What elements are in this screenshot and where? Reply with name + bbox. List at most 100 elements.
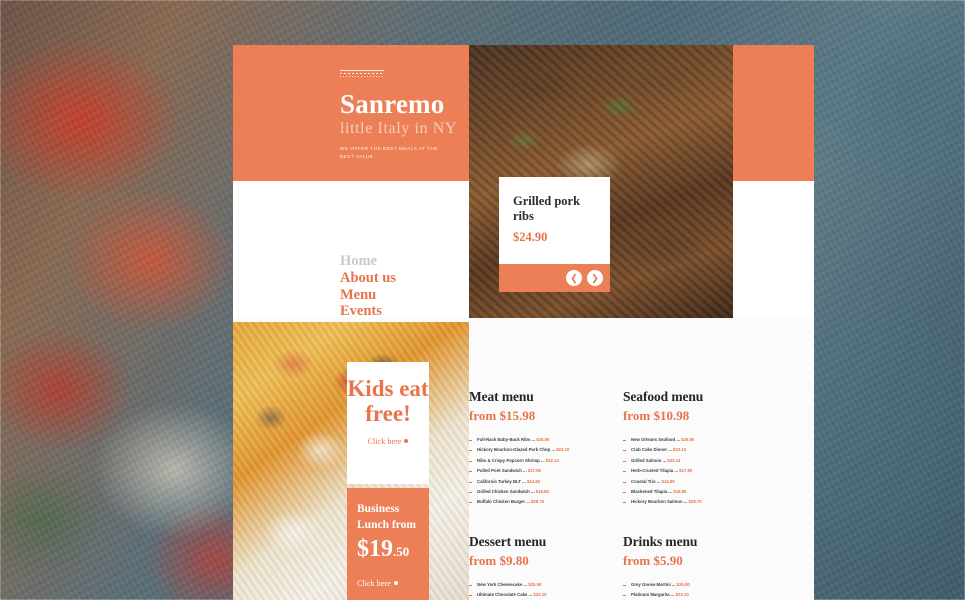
top-band: Sanremo little Italy in NY WE OFFER THE … bbox=[233, 45, 814, 318]
menu-item[interactable]: Coastal Trio ... $14.90 bbox=[623, 477, 773, 487]
menu-item-name: Full-Rack Baby-Back Ribs ... bbox=[477, 437, 537, 442]
menu-item-name: California Turkey BLT ... bbox=[477, 478, 527, 484]
ornament-icon bbox=[340, 70, 384, 78]
promo-lunch-price-main: $19 bbox=[357, 536, 393, 562]
menu-heading: Seafood menu bbox=[623, 389, 704, 404]
menu-item-name: Hickory Bourbon Salmon ... bbox=[631, 499, 689, 505]
menu-item-list: New York Cheesecake ... $25.90 Ultimate C… bbox=[469, 580, 619, 600]
brand-subtitle: WE OFFER THE BEST MEALS AT THE BEST VALU… bbox=[340, 146, 439, 160]
promo-lunch-price: $19.50 bbox=[347, 536, 429, 563]
main-navigation: Home About us Menu Events Contacts bbox=[233, 181, 469, 336]
menu-item[interactable]: New York Cheesecake ... $25.90 bbox=[469, 580, 619, 590]
menu-item-name: New York Cheesecake ... bbox=[477, 582, 529, 587]
menu-item-price: $23.10 bbox=[556, 447, 570, 453]
right-accent-orange bbox=[733, 45, 814, 181]
promo-kids-title: Kids eat free! bbox=[347, 376, 429, 426]
menu-item-price: $23.10 bbox=[675, 592, 689, 598]
menu-item[interactable]: New Orleans Seafood ... $25.90 bbox=[623, 435, 773, 445]
hero-product-card: Grilled pork ribs $24.90 ❮ ❯ bbox=[499, 177, 610, 292]
menu-item-price: $28.70 bbox=[530, 499, 545, 505]
menu-heading: Meat menu bbox=[469, 389, 534, 404]
menu-item-price: $14.90 bbox=[526, 478, 541, 484]
menu-item-price: $25.90 bbox=[681, 437, 695, 442]
menu-item-name: Pulled Pork Sandwich ... bbox=[477, 468, 528, 474]
menu-item[interactable]: Ultimate Chocolate Cake ... $23.10 bbox=[469, 590, 619, 600]
menu-item-price: $25.90 bbox=[676, 582, 690, 587]
hero-dish-name: Grilled pork ribs bbox=[513, 194, 581, 223]
menu-item-name: Buffalo Chicken Burger ... bbox=[477, 499, 531, 505]
menu-item-name: Platinum Margarita ... bbox=[631, 592, 676, 598]
menu-item[interactable]: California Turkey BLT ... $14.90 bbox=[469, 477, 619, 487]
menu-item[interactable]: Crab Cake Dinner ... $23.10 bbox=[623, 445, 773, 455]
brand-name: Sanremo bbox=[340, 89, 445, 119]
menu-item[interactable]: Hickory Bourbon Salmon ... $28.70 bbox=[623, 497, 773, 507]
menu-item[interactable]: Platinum Margarita ... $23.10 bbox=[623, 590, 773, 600]
promo-lunch-link-label: Click here bbox=[357, 579, 391, 588]
menu-item-price: $18.80 bbox=[673, 489, 687, 495]
menu-column-drinks: Drinks menu from $5.90 Grey Goose Martin… bbox=[623, 534, 773, 600]
brand-block: Sanremo little Italy in NY WE OFFER THE … bbox=[233, 45, 469, 181]
menu-heading: Drinks menu bbox=[623, 534, 698, 549]
menu-from-price: from $9.80 bbox=[469, 553, 529, 568]
right-accent-white bbox=[733, 181, 814, 318]
menu-item-price: $17.80 bbox=[527, 468, 542, 474]
promo-lunch-price-cents: .50 bbox=[393, 544, 410, 559]
menu-item-name: Coastal Trio ... bbox=[631, 478, 662, 484]
menu-item[interactable]: Buffalo Chicken Burger ... $28.70 bbox=[469, 497, 619, 507]
menu-heading: Dessert menu bbox=[469, 534, 547, 549]
menu-item[interactable]: Grilled Salmon ... $32.14 bbox=[623, 456, 773, 466]
chevron-left-icon[interactable]: ❮ bbox=[566, 270, 582, 286]
menu-from-price: from $5.90 bbox=[623, 553, 683, 568]
promo-kids-link[interactable]: Click here bbox=[347, 437, 429, 446]
menu-item[interactable]: Hickory Bourbon-Glazed Pork Chop ... $23… bbox=[469, 445, 619, 455]
menu-column-dessert: Dessert menu from $9.80 New York Cheesec… bbox=[469, 534, 619, 600]
menu-item-list: Full-Rack Baby-Back Ribs ... $25.90 Hicko… bbox=[469, 435, 619, 508]
carousel-controls: ❮ ❯ bbox=[499, 264, 610, 292]
promo-card-business-lunch[interactable]: Business Lunch from $19.50 Click here bbox=[347, 488, 429, 600]
menu-item[interactable]: Blackened Tilapia ... $18.80 bbox=[623, 487, 773, 497]
menu-item-name: Grilled Chicken Sandwich ... bbox=[477, 489, 536, 495]
menu-item-price: $23.10 bbox=[673, 447, 687, 453]
menu-from-price: from $10.98 bbox=[623, 408, 690, 423]
menu-item-list: New Orleans Seafood ... $25.90 Crab Cake … bbox=[623, 435, 773, 508]
menu-item-price: $32.14 bbox=[545, 457, 559, 463]
menu-item-list: Grey Goose Martini ... $25.90 Platinum Ma… bbox=[623, 580, 773, 600]
menu-item-price: $17.80 bbox=[679, 468, 693, 474]
website-page: Sanremo little Italy in NY WE OFFER THE … bbox=[233, 45, 814, 600]
menu-item-price: $18.80 bbox=[535, 489, 549, 495]
menu-item-name: New Orleans Seafood ... bbox=[631, 437, 682, 442]
menu-item-price: $28.70 bbox=[688, 499, 702, 505]
menu-item-name: Blackened Tilapia ... bbox=[631, 489, 674, 495]
menu-item-name: Hickory Bourbon-Glazed Pork Chop ... bbox=[477, 447, 557, 453]
menu-item[interactable]: Ribs & Crispy Popcorn Shrimp ... $32.14 bbox=[469, 456, 619, 466]
nav-item-about-us[interactable]: About us bbox=[340, 270, 396, 287]
brand-tagline: little Italy in NY bbox=[340, 120, 458, 137]
promo-card-kids[interactable]: Kids eat free! Click here bbox=[347, 362, 429, 484]
menu-grid: Meat menu from $15.98 Full-Rack Baby-Bac… bbox=[469, 318, 814, 600]
menu-item[interactable]: Grilled Chicken Sandwich ... $18.80 bbox=[469, 487, 619, 497]
menu-item[interactable]: Grey Goose Martini ... $25.90 bbox=[623, 580, 773, 590]
bullet-dot-icon bbox=[404, 439, 409, 443]
menu-item[interactable]: Herb-Crusted Tilapia ... $17.80 bbox=[623, 466, 773, 476]
menu-item-name: Crab Cake Dinner ... bbox=[631, 447, 674, 453]
menu-item-price: $25.90 bbox=[536, 437, 550, 442]
nav-item-menu[interactable]: Menu bbox=[340, 287, 396, 304]
menu-item[interactable]: Full-Rack Baby-Back Ribs ... $25.90 bbox=[469, 435, 619, 445]
menu-item-name: Grilled Salmon ... bbox=[631, 457, 668, 463]
menu-item-name: Grey Goose Martini ... bbox=[631, 582, 677, 587]
menu-item-name: Herb-Crusted Tilapia ... bbox=[631, 468, 680, 474]
menu-section: Kids eat free! Click here Business Lunch… bbox=[233, 318, 814, 600]
menu-item-price: $25.90 bbox=[528, 582, 542, 587]
promo-kids-link-label: Click here bbox=[367, 437, 402, 446]
menu-column-seafood: Seafood menu from $10.98 New Orleans Sea… bbox=[623, 389, 773, 508]
menu-column-meat: Meat menu from $15.98 Full-Rack Baby-Bac… bbox=[469, 389, 619, 508]
menu-item[interactable]: Pulled Pork Sandwich ... $17.80 bbox=[469, 466, 619, 476]
bullet-dot-icon bbox=[393, 581, 398, 585]
menu-item-price: $32.14 bbox=[667, 457, 681, 463]
promo-lunch-link[interactable]: Click here bbox=[347, 579, 429, 588]
nav-item-home[interactable]: Home bbox=[340, 253, 396, 270]
menu-item-price: $14.90 bbox=[661, 478, 675, 484]
hero-dish-price: $24.90 bbox=[513, 230, 548, 244]
chevron-right-icon[interactable]: ❯ bbox=[587, 270, 603, 286]
promo-lunch-title: Business Lunch from bbox=[357, 503, 416, 531]
